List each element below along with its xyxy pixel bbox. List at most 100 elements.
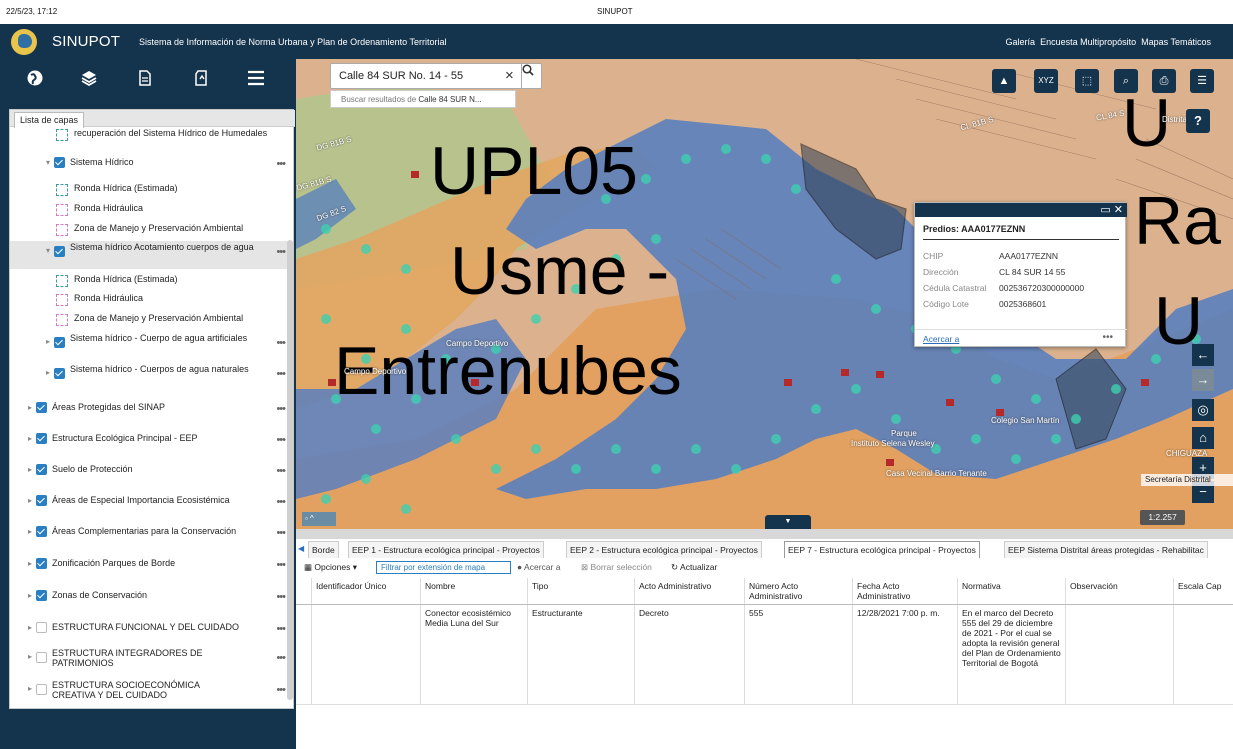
search-button[interactable] — [521, 64, 543, 88]
toggle-table-button[interactable]: ▼ — [765, 515, 811, 529]
layer-row[interactable]: Ronda Hídrica (Estimada) — [10, 182, 288, 200]
layer-options-icon[interactable]: ••• — [276, 159, 286, 170]
layer-visibility-checkbox[interactable] — [54, 157, 65, 168]
filter-by-extent-toggle[interactable]: Filtrar por extensión de mapa — [376, 561, 511, 574]
app-title[interactable]: SINUPOT — [52, 33, 120, 50]
layer-row[interactable]: ▸ ••• ESTRUCTURA SOCIOECONÓMICA CREATIVA Y… — [10, 679, 288, 707]
tab-layer-list[interactable]: Lista de capas — [14, 112, 85, 128]
select-icon[interactable]: ⬚ — [1075, 69, 1099, 93]
tab-table-layer[interactable]: EEP Sistema Distrital áreas protegidas -… — [1004, 541, 1208, 558]
refresh-button[interactable]: ↻ Actualizar — [671, 562, 717, 573]
more-icon[interactable]: ••• — [1102, 332, 1113, 343]
clear-search-icon[interactable]: × — [505, 67, 514, 84]
layer-visibility-checkbox[interactable] — [36, 495, 47, 506]
column-header[interactable]: Fecha Acto Administrativo — [852, 578, 957, 604]
layer-row[interactable]: ▸ ••• Suelo de Protección — [10, 463, 288, 481]
table-cell[interactable]: 555 — [744, 605, 852, 704]
maximize-icon[interactable]: ▭ — [1100, 204, 1110, 216]
layer-row[interactable]: recuperación del Sistema Hídrico de Hume… — [10, 127, 288, 159]
table-cell[interactable]: 12/28/2021 7:00 p. m. — [852, 605, 957, 704]
expand-arrow-icon[interactable]: ▸ — [28, 496, 32, 506]
layer-row[interactable]: ▸ ••• Áreas Complementarias para la Conser… — [10, 525, 288, 543]
expand-arrow-icon[interactable]: ▸ — [28, 591, 32, 601]
survey-link[interactable]: Encuesta Multipropósito — [1040, 37, 1136, 47]
table-cell[interactable] — [1065, 605, 1173, 704]
forward-arrow-icon[interactable]: → — [1192, 369, 1214, 391]
close-icon[interactable]: ✕ — [1114, 204, 1123, 216]
panel-resize-bar[interactable] — [296, 529, 1233, 539]
locate-icon[interactable]: ◎ — [1192, 399, 1214, 421]
layer-options-icon[interactable]: ••• — [276, 624, 286, 635]
layer-row[interactable]: ▾ ••• Sistema Hídrico — [10, 156, 288, 174]
layer-row[interactable]: Ronda Hidráulica — [10, 202, 288, 220]
layer-row[interactable]: ▸ ••• ESTRUCTURA FUNCIONAL Y DEL CUIDADO — [10, 621, 288, 639]
expand-arrow-icon[interactable]: ▸ — [28, 684, 32, 694]
print-icon[interactable]: ⎙ — [1152, 69, 1176, 93]
search-input[interactable]: Calle 84 SUR No. 14 - 55 — [339, 70, 463, 82]
zoom-to-link[interactable]: Acercar a — [923, 334, 959, 344]
layer-options-icon[interactable]: ••• — [276, 369, 286, 380]
layer-row[interactable]: ▸ ••• Áreas Protegidas del SINAP — [10, 401, 288, 419]
table-cell[interactable]: Decreto — [634, 605, 744, 704]
layers-icon[interactable] — [80, 69, 98, 87]
layer-row[interactable]: Ronda Hidráulica — [10, 292, 288, 310]
column-header[interactable]: Número Acto Administrativo — [744, 578, 852, 604]
layer-row[interactable]: ▸ ••• Sistema hídrico - Cuerpo de agua art… — [10, 332, 288, 360]
layer-row[interactable]: ▸ ••• Áreas de Especial Importancia Ecosis… — [10, 494, 288, 512]
column-header[interactable]: Observación — [1065, 578, 1173, 604]
expand-arrow-icon[interactable]: ▸ — [28, 465, 32, 475]
layer-row[interactable]: ▸ ••• Zonificación Parques de Borde — [10, 557, 288, 575]
menu-icon[interactable] — [246, 69, 264, 87]
expand-arrow-icon[interactable]: ▸ — [28, 652, 32, 662]
document-icon[interactable] — [136, 69, 154, 87]
home-icon[interactable]: ⌂ — [1192, 427, 1214, 449]
table-cell[interactable]: Conector ecosistémico Media Luna del Sur — [420, 605, 527, 704]
xyz-icon[interactable]: XYZ — [1034, 69, 1058, 93]
layer-row[interactable]: Zona de Manejo y Preservación Ambiental — [10, 222, 288, 240]
layer-options-icon[interactable]: ••• — [276, 685, 286, 696]
layer-options-icon[interactable]: ••• — [276, 528, 286, 539]
search-suggestion[interactable]: Buscar resultados de Calle 84 SUR N... — [330, 90, 516, 108]
expand-arrow-icon[interactable]: ▸ — [46, 368, 50, 378]
layer-scrollbar[interactable] — [287, 240, 293, 700]
collapse-arrow-icon[interactable]: ▾ — [46, 158, 50, 168]
tab-table-layer[interactable]: EEP 1 - Estructura ecológica principal -… — [348, 541, 544, 558]
expand-arrow-icon[interactable]: ▸ — [28, 623, 32, 633]
layer-options-icon[interactable]: ••• — [276, 404, 286, 415]
expand-arrow-icon[interactable]: ▸ — [46, 337, 50, 347]
layer-visibility-checkbox[interactable] — [36, 558, 47, 569]
layer-row[interactable]: ▸ ••• Sistema hídrico - Cuerpos de agua na… — [10, 363, 288, 391]
layer-visibility-checkbox[interactable] — [54, 368, 65, 379]
back-arrow-icon[interactable]: ← — [1192, 344, 1214, 366]
layer-visibility-checkbox[interactable] — [36, 464, 47, 475]
layer-options-icon[interactable]: ••• — [276, 497, 286, 508]
layer-visibility-checkbox[interactable] — [54, 337, 65, 348]
layer-options-icon[interactable]: ••• — [276, 466, 286, 477]
tab-table-layer[interactable]: EEP 2 - Estructura ecológica principal -… — [566, 541, 762, 558]
address-search[interactable]: Calle 84 SUR No. 14 - 55 × — [330, 63, 542, 89]
layer-visibility-checkbox[interactable] — [36, 684, 47, 695]
expand-arrow-icon[interactable]: ▸ — [28, 434, 32, 444]
layer-row[interactable]: Ronda Hídrica (Estimada) — [10, 273, 288, 291]
zoom-to-button[interactable]: ● Acercar a — [517, 562, 560, 572]
column-header[interactable]: Identificador Único — [311, 578, 420, 604]
table-cell[interactable] — [1173, 605, 1233, 704]
tab-table-layer[interactable]: EEP 7 - Estructura ecológica principal -… — [784, 541, 980, 558]
layer-visibility-checkbox[interactable] — [36, 402, 47, 413]
layer-options-icon[interactable]: ••• — [276, 338, 286, 349]
bookmark-icon[interactable] — [192, 69, 210, 87]
options-menu[interactable]: ▦ Opciones ▾ — [304, 562, 357, 573]
layer-row[interactable]: ▸ ••• ESTRUCTURA INTEGRADORES DE PATRIMONI… — [10, 647, 288, 675]
layer-visibility-checkbox[interactable] — [36, 652, 47, 663]
table-cell[interactable]: En el marco del Decreto 555 del 29 de di… — [957, 605, 1065, 704]
thematic-maps-link[interactable]: Mapas Temáticos — [1141, 37, 1211, 47]
layer-visibility-checkbox[interactable] — [54, 246, 65, 257]
table-cell[interactable] — [311, 605, 420, 704]
tabs-prev-icon[interactable]: ◀ — [298, 544, 304, 553]
upload-icon[interactable]: ▲ — [992, 69, 1016, 93]
layer-options-icon[interactable]: ••• — [276, 435, 286, 446]
layer-options-icon[interactable]: ••• — [276, 560, 286, 571]
layer-row[interactable]: ▸ ••• Zonas de Conservación — [10, 589, 288, 607]
layer-row[interactable]: ▾ ••• Sistema hídrico Acotamiento cuerpos … — [10, 241, 288, 269]
column-header[interactable]: Normativa — [957, 578, 1065, 604]
